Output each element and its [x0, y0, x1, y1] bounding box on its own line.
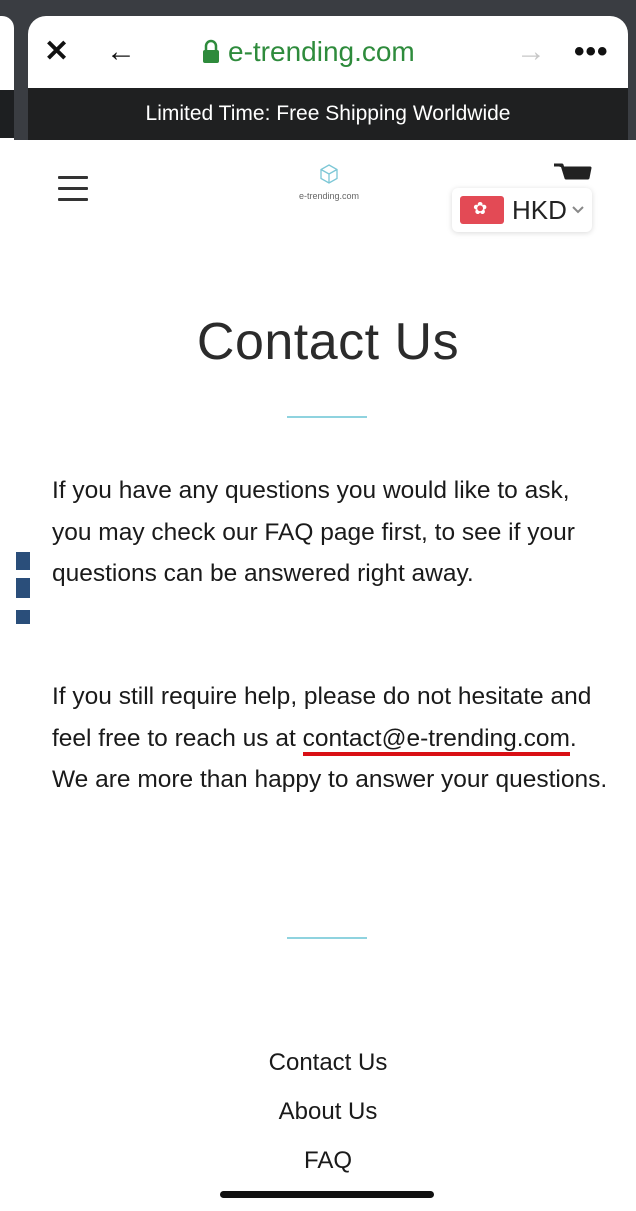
home-indicator[interactable] [220, 1191, 434, 1198]
address-bar[interactable]: e-trending.com [200, 34, 415, 70]
email-link[interactable]: contact@e-trending.com [302, 724, 570, 756]
promo-banner: Limited Time: Free Shipping Worldwide [28, 88, 628, 140]
logo-text: e-trending.com [298, 191, 360, 201]
currency-code: HKD [512, 194, 567, 225]
more-options-button[interactable]: ••• [574, 34, 609, 70]
background-edge-mark [16, 578, 30, 598]
site-logo[interactable]: e-trending.com [294, 164, 364, 204]
page-title: Contact Us [196, 313, 460, 371]
lock-icon [200, 39, 222, 65]
title-divider [287, 416, 367, 418]
footer-link-about-us[interactable]: About Us [28, 1087, 628, 1136]
chevron-down-icon [572, 206, 584, 214]
hong-kong-flag-icon [460, 196, 504, 224]
promo-text: Limited Time: Free Shipping Worldwide [145, 102, 511, 125]
footer-link-faq[interactable]: FAQ [28, 1136, 628, 1185]
intro-paragraph: If you have any questions you would like… [52, 477, 575, 587]
cube-logo-icon [320, 164, 338, 184]
background-edge-mark [16, 552, 30, 570]
background-edge-mark [16, 610, 30, 624]
currency-selector[interactable]: HKD [452, 188, 592, 232]
help-paragraph: If you still require help, please do not… [52, 676, 612, 801]
close-button[interactable]: ✕ [44, 34, 69, 70]
forward-button[interactable]: → [516, 34, 546, 70]
menu-icon[interactable] [58, 176, 88, 202]
cart-icon[interactable] [552, 162, 592, 184]
footer-nav: Contact Us About Us FAQ [28, 1038, 628, 1185]
url-text: e-trending.com [228, 36, 415, 67]
site-header: e-trending.com HKD [28, 140, 628, 260]
browser-toolbar: ✕ ← e-trending.com → ••• [28, 16, 628, 88]
footer-link-contact-us[interactable]: Contact Us [28, 1038, 628, 1087]
footer-divider [287, 937, 367, 939]
background-tab-bar [0, 90, 14, 138]
back-button[interactable]: ← [106, 34, 136, 70]
